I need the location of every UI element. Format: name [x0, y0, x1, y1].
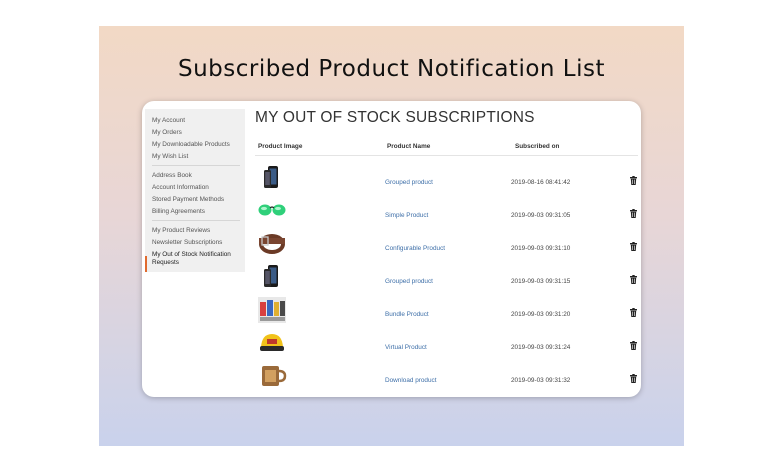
subscribed-date: 2019-09-03 09:31:24: [511, 344, 571, 351]
subscribed-date: 2019-08-16 08:41:42: [511, 179, 571, 186]
column-header-subscribed: Subscribed on: [515, 143, 560, 150]
subscribed-date: 2019-09-03 09:31:20: [511, 311, 571, 318]
table-row: Grouped product 2019-08-16 08:41:42: [255, 164, 638, 197]
active-indicator: [145, 256, 147, 272]
belt-icon: [257, 230, 287, 258]
product-name-link[interactable]: Grouped product: [385, 179, 433, 186]
sidebar-divider: [152, 220, 240, 221]
trash-icon[interactable]: [630, 275, 637, 284]
sidebar-item-label: Requests: [152, 258, 179, 266]
account-sidebar: My Account My Orders My Downloadable Pro…: [145, 109, 245, 272]
sidebar-item-my-account[interactable]: My Account: [152, 117, 242, 125]
trash-icon[interactable]: [630, 209, 637, 218]
bundle-icon: [257, 296, 287, 324]
table-row: Virtual Product 2019-09-03 09:31:24: [255, 329, 638, 362]
page-title: MY OUT OF STOCK SUBSCRIPTIONS: [255, 109, 535, 126]
promo-background: Subscribed Product Notification List My …: [99, 26, 684, 446]
sidebar-item-product-reviews[interactable]: My Product Reviews: [152, 227, 242, 235]
sidebar-item-billing-agreements[interactable]: Billing Agreements: [152, 208, 242, 216]
trash-icon[interactable]: [630, 242, 637, 251]
trash-icon[interactable]: [630, 341, 637, 350]
sidebar-divider: [152, 165, 240, 166]
trash-icon[interactable]: [630, 374, 637, 383]
phone-icon: [257, 263, 287, 291]
product-name-link[interactable]: Download product: [385, 377, 437, 384]
sidebar-item-my-orders[interactable]: My Orders: [152, 129, 242, 137]
product-name-link[interactable]: Virtual Product: [385, 344, 427, 351]
sidebar-item-stored-payment-methods[interactable]: Stored Payment Methods: [152, 196, 242, 204]
sunglasses-icon: [257, 197, 287, 225]
phone-icon: [257, 164, 287, 192]
product-name-link[interactable]: Grouped product: [385, 278, 433, 285]
table-header: Product Image Product Name Subscribed on: [255, 143, 638, 156]
subscribed-date: 2019-09-03 09:31:32: [511, 377, 571, 384]
product-name-link[interactable]: Bundle Product: [385, 311, 429, 318]
table-row: Grouped product 2019-09-03 09:31:15: [255, 263, 638, 296]
table-row: Bundle Product 2019-09-03 09:31:20: [255, 296, 638, 329]
trash-icon[interactable]: [630, 308, 637, 317]
product-name-link[interactable]: Simple Product: [385, 212, 428, 219]
column-header-name: Product Name: [387, 143, 431, 150]
sidebar-item-label: My Out of Stock Notification: [152, 251, 231, 258]
sidebar-item-account-information[interactable]: Account Information: [152, 184, 242, 192]
trash-icon[interactable]: [630, 176, 637, 185]
subscribed-date: 2019-09-03 09:31:10: [511, 245, 571, 252]
table-row: Simple Product 2019-09-03 09:31:05: [255, 197, 638, 230]
sidebar-item-newsletter-subscriptions[interactable]: Newsletter Subscriptions: [152, 239, 242, 247]
cap-icon: [257, 329, 287, 357]
banner-title: Subscribed Product Notification List: [177, 56, 606, 82]
subscribed-date: 2019-09-03 09:31:15: [511, 278, 571, 285]
column-header-image: Product Image: [258, 143, 303, 150]
subscribed-date: 2019-09-03 09:31:05: [511, 212, 571, 219]
account-panel: My Account My Orders My Downloadable Pro…: [142, 101, 641, 397]
sidebar-item-out-of-stock-requests[interactable]: My Out of Stock Notification Requests: [152, 251, 242, 266]
sidebar-item-downloadable-products[interactable]: My Downloadable Products: [152, 141, 242, 149]
mug-icon: [257, 362, 287, 390]
table-row: Configurable Product 2019-09-03 09:31:10: [255, 230, 638, 263]
sidebar-item-wish-list[interactable]: My Wish List: [152, 153, 242, 161]
table-row: Download product 2019-09-03 09:31:32: [255, 362, 638, 395]
sidebar-item-address-book[interactable]: Address Book: [152, 172, 242, 180]
product-name-link[interactable]: Configurable Product: [385, 245, 445, 252]
